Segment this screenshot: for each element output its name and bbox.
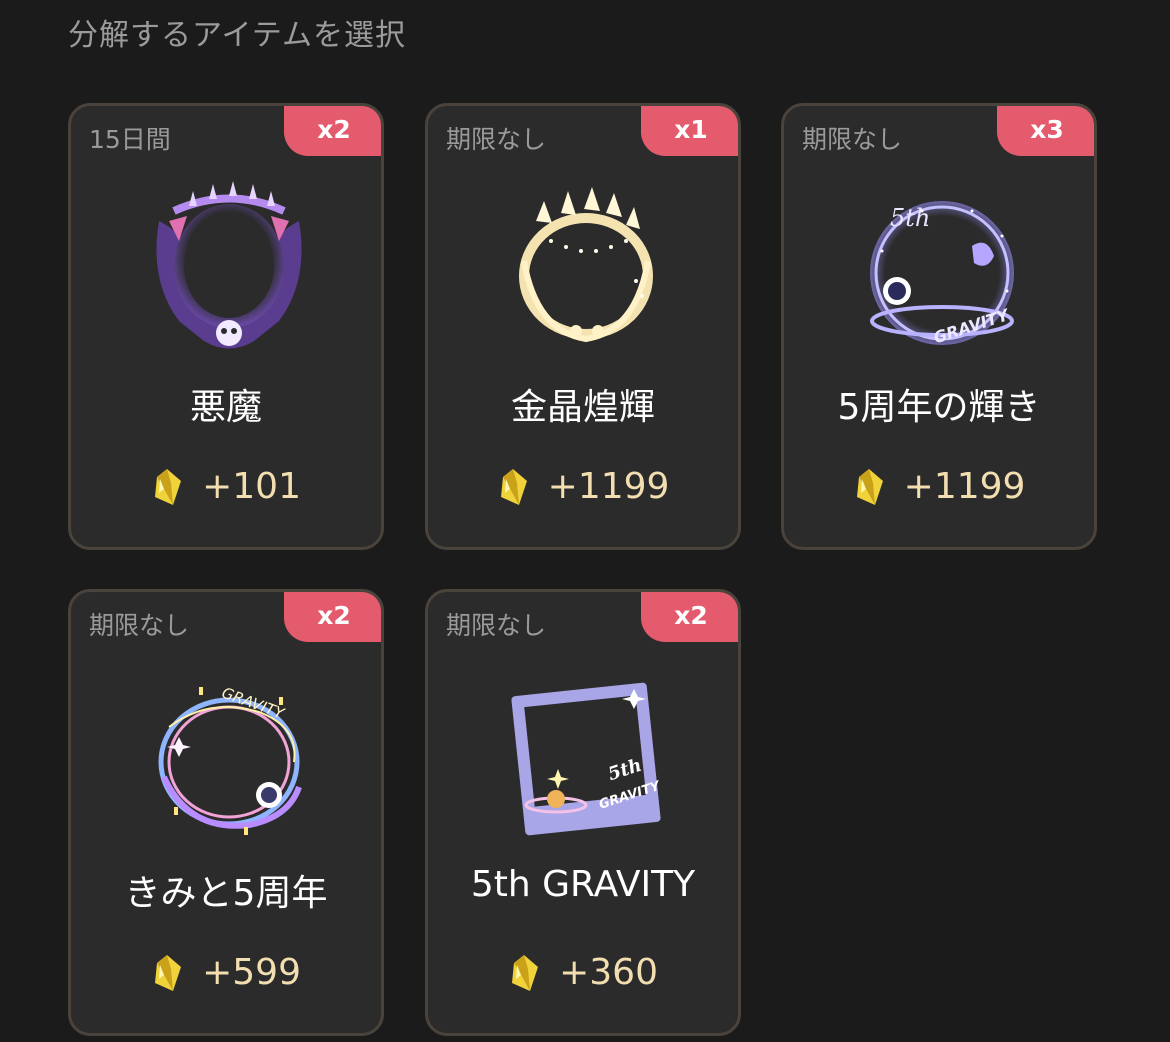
reward-amount: +1199 (547, 466, 670, 507)
period-label: 15日間 (89, 125, 171, 154)
decompose-item-select-screen: 分解するアイテムを選択 15日間 x2 悪魔 +101 期限なし x1 金晶煌輝… (0, 0, 1170, 1042)
demon-frame-icon (149, 181, 309, 361)
item-card-anniversary-glow[interactable]: 期限なし x3 5th GRAVITY 5周年の輝き +1199 (781, 103, 1097, 550)
reward: +1199 (784, 466, 1094, 507)
reward: +1199 (428, 466, 738, 507)
reward: +360 (428, 952, 738, 993)
reward-amount: +599 (202, 952, 301, 993)
period-label: 期限なし (446, 611, 547, 640)
item-card-fifth-gravity[interactable]: 期限なし x2 5th GRAVITY 5th GRAVITY +360 (425, 589, 741, 1036)
golden-crystal-frame-icon (506, 181, 666, 361)
item-name: 5周年の輝き (837, 387, 1041, 428)
item-name: きみと5周年 (124, 873, 328, 914)
section-title: 分解するアイテムを選択 (68, 18, 406, 53)
anniversary-with-you-frame-icon: GRAVITY (149, 667, 309, 847)
count-badge: x2 (284, 106, 381, 156)
crystal-icon (853, 467, 885, 507)
count-badge: x2 (284, 592, 381, 642)
item-card-anniversary-with-you[interactable]: 期限なし x2 GRAVITY きみと5周年 +599 (68, 589, 384, 1036)
count-badge: x1 (641, 106, 738, 156)
period-label: 期限なし (446, 125, 547, 154)
reward-amount: +101 (202, 466, 301, 507)
fifth-decor-text: 5th (890, 204, 930, 232)
reward: +101 (71, 466, 381, 507)
item-card-demon[interactable]: 15日間 x2 悪魔 +101 (68, 103, 384, 550)
count-badge: x2 (641, 592, 738, 642)
item-card-golden-crystal[interactable]: 期限なし x1 金晶煌輝 +1199 (425, 103, 741, 550)
fifth-gravity-frame-icon: 5th GRAVITY (506, 667, 666, 847)
reward: +599 (71, 952, 381, 993)
gravity-decor-text: GRAVITY (219, 684, 288, 724)
period-label: 期限なし (89, 611, 190, 640)
crystal-icon (508, 953, 540, 993)
reward-amount: +360 (559, 952, 658, 993)
crystal-icon (151, 953, 183, 993)
item-name: 5th GRAVITY (470, 864, 696, 905)
crystal-icon (497, 467, 529, 507)
reward-amount: +1199 (903, 466, 1026, 507)
count-badge: x3 (997, 106, 1094, 156)
period-label: 期限なし (802, 125, 903, 154)
item-name: 金晶煌輝 (510, 387, 655, 428)
anniversary-glow-frame-icon: 5th GRAVITY (862, 181, 1022, 361)
crystal-icon (151, 467, 183, 507)
item-name: 悪魔 (189, 387, 262, 428)
